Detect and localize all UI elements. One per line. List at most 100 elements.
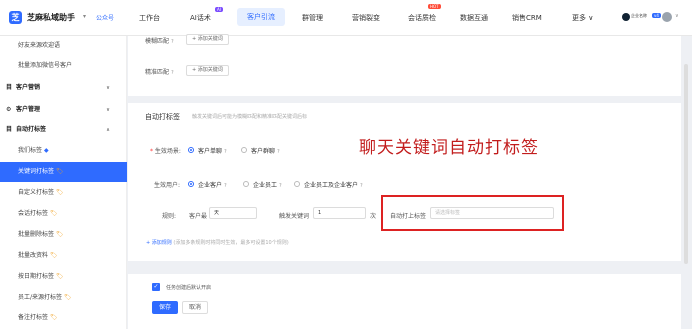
scope-both-radio[interactable] <box>294 181 300 187</box>
save-button[interactable]: 保存 <box>152 301 178 314</box>
nav-ai-script[interactable]: AI话术 <box>190 13 211 23</box>
vip-badge: v4 <box>652 13 661 18</box>
sidebar-item-label: 按日期打标签 <box>18 273 55 280</box>
add-rule-hint: (添加多条规则时将同时生效，最多可设置10个规则) <box>173 240 289 246</box>
sidebar-item-batch-add[interactable]: 批量添加微信号客户 <box>0 56 127 76</box>
sidebar-item-our-tags[interactable]: 我们标签 ◆ <box>0 141 127 161</box>
tag-icon: 🏷 <box>63 294 72 301</box>
scope-label: 生效用户: <box>154 182 181 189</box>
list-icon: 目 <box>6 126 13 133</box>
sidebar-item-label: 我们标签 <box>18 147 43 154</box>
keyword-match-card: 模糊匹配 ? + 添加关键词 精准匹配 ? + 添加关键词 <box>128 34 681 96</box>
tag-icon: 🏷 <box>55 189 64 196</box>
sidebar-item-session-tag[interactable]: 会话打标签 🏷 <box>0 204 127 224</box>
trigger-count-input[interactable]: 1 <box>313 207 366 219</box>
scene-group-chat-radio[interactable] <box>241 147 247 153</box>
sidebar-item-keyword-tag[interactable]: 关键词打标签 🏷 <box>0 162 127 182</box>
chevron-up-icon: ∧ <box>106 127 111 133</box>
sidebar-section-label: 客户营销 <box>16 84 41 91</box>
scrollbar[interactable] <box>684 64 688 264</box>
sidebar-item-label: 会话打标签 <box>18 210 49 217</box>
help-icon: ? <box>170 70 174 76</box>
add-rule-link[interactable]: + 添加规则 <box>146 240 172 246</box>
brand-title: 芝麻私域助手 <box>27 13 75 22</box>
add-fuzzy-keyword-button[interactable]: + 添加关键词 <box>186 34 229 45</box>
sidebar-section-customer-management[interactable]: ⚙ 客户管理 ∨ <box>0 100 127 120</box>
nav-sales-crm[interactable]: 销售CRM <box>512 13 542 23</box>
avatar[interactable] <box>662 12 672 22</box>
nav-workbench[interactable]: 工作台 <box>139 13 160 23</box>
sidebar-item-label: 批量添加微信号客户 <box>18 62 73 69</box>
nav-more[interactable]: 更多 ∨ <box>572 13 593 23</box>
sidebar-item-batch-edit-profile[interactable]: 批量改资料 🏷 <box>0 246 127 266</box>
user-menu[interactable]: 企业名称 v4 ∨ <box>622 12 682 24</box>
top-navigation-bar: 芝 芝麻私域助手 ▾ 公众号 工作台 AI话术 AI 客户引流 群管理 营销裂变… <box>0 0 692 36</box>
gear-icon: ⚙ <box>6 106 12 113</box>
nav-marketing-fission[interactable]: 营销裂变 <box>352 13 380 23</box>
help-icon: ? <box>276 149 280 155</box>
help-icon: ? <box>170 39 174 45</box>
sidebar-item-remark-tag[interactable]: 备注打标签 🏷 <box>0 308 127 328</box>
tag-icon: 🏷 <box>49 252 58 259</box>
sidebar-item-custom-tag[interactable]: 自定义打标签 🏷 <box>0 183 127 203</box>
sidebar-section-customer-marketing[interactable]: 目 客户营销 ∨ <box>0 78 127 98</box>
chevron-down-icon: ∨ <box>106 85 111 91</box>
sidebar-item-friend-welcome[interactable]: 好友来源欢迎语 <box>0 36 127 56</box>
nav-data-sync[interactable]: 数据互通 <box>460 13 488 23</box>
tag-icon: 🏷 <box>49 210 58 217</box>
hot-badge: HOT <box>428 4 441 9</box>
scene-label: * 生效场景: <box>150 148 181 155</box>
days-select[interactable]: 天 <box>209 207 257 219</box>
auto-tag-title: 自动打标签 <box>145 113 180 121</box>
tag-icon: 🏷 <box>55 231 64 238</box>
sidebar-item-label: 批量改资料 <box>18 252 49 259</box>
sidebar-item-label: 好友来源欢迎语 <box>18 42 61 49</box>
help-icon: ? <box>359 183 363 189</box>
user-menu-chevron-icon[interactable]: ∨ <box>675 13 679 19</box>
auto-tag-description: 触发关键词后可能为模糊匹配和精准匹配关键词后标 <box>192 114 308 120</box>
scope-enterprise-customer-radio[interactable] <box>188 181 194 187</box>
scope-enterprise-staff-radio[interactable] <box>243 181 249 187</box>
exact-match-label: 精准匹配 ? <box>145 69 174 76</box>
ai-badge: AI <box>215 7 223 12</box>
account-type-tag[interactable]: 公众号 <box>96 13 114 22</box>
times-unit: 次 <box>370 213 377 220</box>
sidebar-item-batch-delete-tag[interactable]: 批量删除标签 🏷 <box>0 225 127 245</box>
scene-private-chat-radio[interactable] <box>188 147 194 153</box>
sidebar-item-label: 员工/来源打标签 <box>18 294 63 301</box>
sidebar-item-label: 批量删除标签 <box>18 231 55 238</box>
tag-icon: 🏷 <box>49 314 58 321</box>
company-name: 企业名称 <box>631 13 647 18</box>
cancel-button[interactable]: 取消 <box>182 301 208 314</box>
sidebar-item-date-tag[interactable]: 按日期打标签 🏷 <box>0 267 127 287</box>
scope-enterprise-customer-label: 企业客户 ? <box>198 182 227 189</box>
company-logo-icon <box>622 13 630 21</box>
sidebar-section-label: 自动打标签 <box>16 126 47 133</box>
help-icon: ? <box>223 149 227 155</box>
diamond-icon: ◆ <box>43 147 49 154</box>
auto-tag-card: 自动打标签 触发关键词后可能为模糊匹配和精准匹配关键词后标 * 生效场景: 客户… <box>128 103 681 261</box>
fuzzy-match-label: 模糊匹配 ? <box>145 38 174 45</box>
sidebar-section-label: 客户管理 <box>16 106 41 113</box>
sidebar-item-staff-source-tag[interactable]: 员工/来源打标签 🏷 <box>0 288 127 308</box>
highlight-box <box>381 195 564 231</box>
brand-dropdown-chevron-icon[interactable]: ▾ <box>83 13 86 20</box>
scene-group-chat-label: 客户群聊 ? <box>251 148 280 155</box>
add-rule-row: + 添加规则 (添加多条规则时将同时生效，最多可设置10个规则) <box>146 239 289 246</box>
nav-session-quality[interactable]: 会话质检 <box>408 13 436 23</box>
nav-customer-traffic[interactable]: 客户引流 <box>237 8 285 26</box>
trigger-keyword-label: 触发关键词 <box>279 213 310 220</box>
help-icon: ? <box>278 183 282 189</box>
sidebar-item-label: 备注打标签 <box>18 314 49 321</box>
footer-card: ✓ 任务创建后默认开启 保存 取消 <box>128 274 681 329</box>
rule-label: 规则: <box>162 213 177 220</box>
sidebar-item-label: 关键词打标签 <box>18 168 55 175</box>
add-exact-keyword-button[interactable]: + 添加关键词 <box>186 65 229 76</box>
scene-private-chat-label: 客户单聊 ? <box>198 148 227 155</box>
list-icon: 目 <box>6 84 13 91</box>
nav-group-management[interactable]: 群管理 <box>302 13 323 23</box>
enable-checkbox[interactable]: ✓ <box>152 283 160 291</box>
sidebar-item-label: 自定义打标签 <box>18 189 55 196</box>
scope-both-label: 企业员工及企业客户 ? <box>304 182 363 189</box>
sidebar-section-auto-tag[interactable]: 目 自动打标签 ∧ <box>0 120 127 140</box>
